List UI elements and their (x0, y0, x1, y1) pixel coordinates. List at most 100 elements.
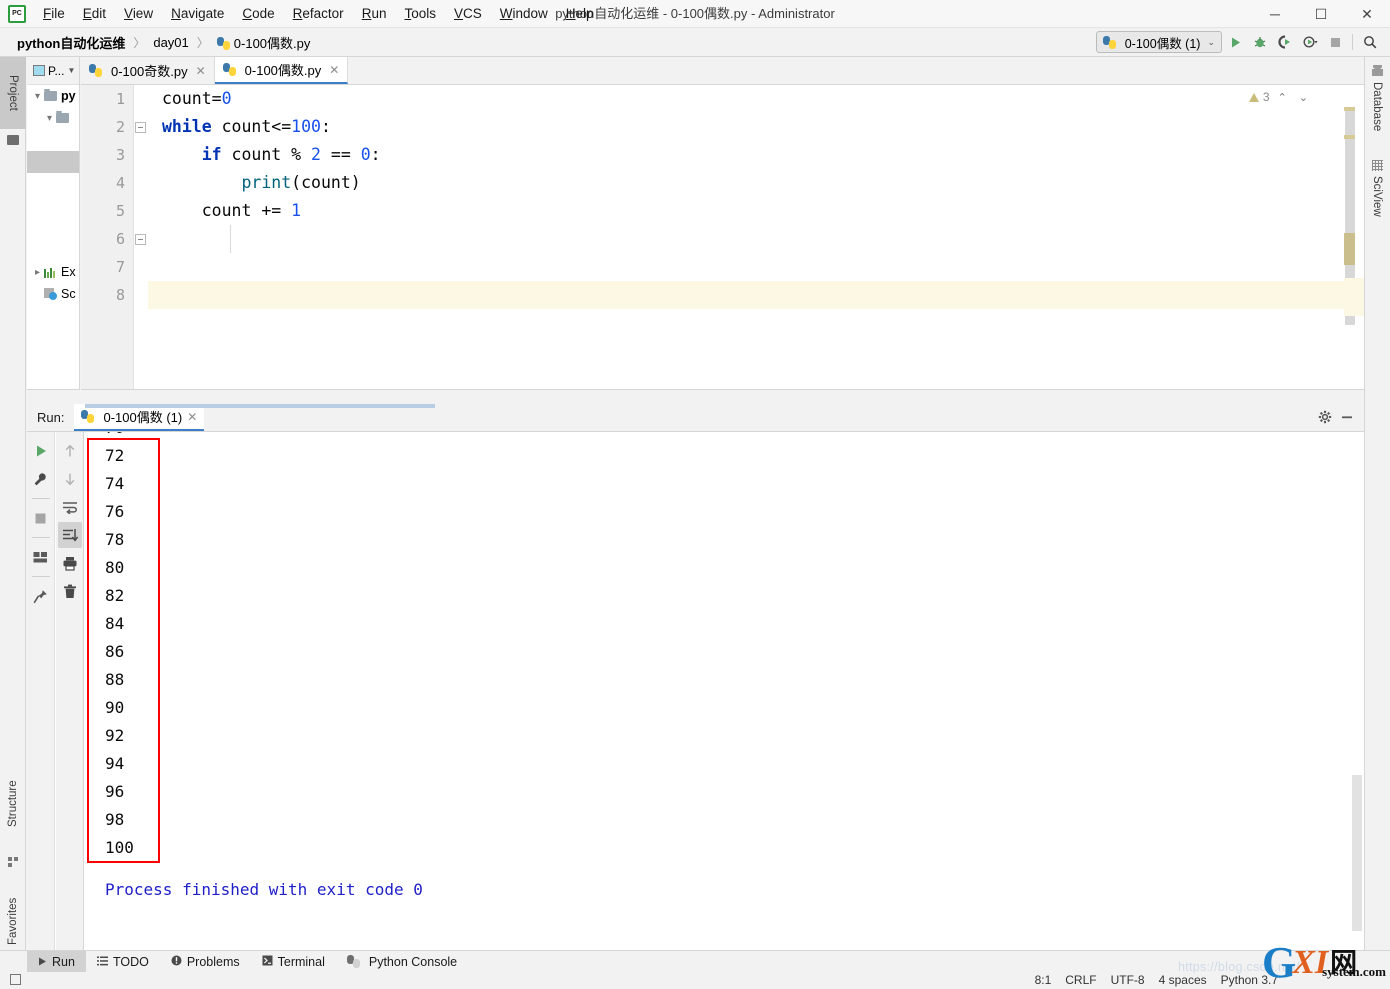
code-line[interactable]: if count % 2 == 0: (148, 141, 1364, 169)
editor-tab-even[interactable]: 0-100偶数.py ✕ (215, 57, 349, 84)
project-tree[interactable]: ▾ py ▾ ▸ Ex Sc (27, 85, 79, 305)
fold-marker-icon[interactable] (135, 122, 146, 133)
menu-bar[interactable]: FileEditViewNavigateCodeRefactorRunTools… (34, 2, 603, 25)
breadcrumb-project[interactable]: python自动化运维 (14, 31, 128, 54)
line-separator[interactable]: CRLF (1065, 973, 1096, 987)
sidebar-item-project[interactable]: Project (0, 57, 26, 129)
menu-refactor[interactable]: Refactor (284, 2, 353, 25)
chevron-right-icon[interactable]: ▸ (31, 267, 44, 278)
line-number: 3 (81, 141, 133, 169)
menu-edit[interactable]: Edit (74, 2, 115, 25)
menu-code[interactable]: Code (233, 2, 283, 25)
sidebar-item-structure[interactable]: Structure (0, 763, 26, 845)
console-output[interactable]: 707274767880828486889092949698100Process… (85, 432, 1338, 950)
editor-fold-column[interactable] (134, 85, 148, 390)
sidebar-item-database[interactable]: Database (1364, 57, 1390, 139)
minimize-button[interactable]: ─ (1252, 0, 1298, 28)
tree-row[interactable] (27, 151, 79, 173)
code-editor[interactable]: 12345678 count=0while count<=100: if cou… (81, 85, 1364, 390)
edit-configurations-button[interactable] (29, 466, 53, 492)
menu-tools[interactable]: Tools (395, 2, 445, 25)
menu-help[interactable]: Help (557, 2, 603, 25)
soft-wrap-button[interactable] (58, 494, 82, 520)
bottom-tab-run[interactable]: Run (27, 951, 86, 973)
fold-marker-icon[interactable] (135, 234, 146, 245)
clear-all-button[interactable] (58, 578, 82, 604)
console-scrollbar-thumb[interactable] (1352, 775, 1362, 931)
editor-tab-odd[interactable]: 0-100奇数.py ✕ (81, 57, 215, 84)
code-line[interactable]: while count<=100: (148, 113, 1364, 141)
editor-marker[interactable] (1344, 233, 1355, 265)
tree-row[interactable]: Sc (27, 283, 79, 305)
menu-file[interactable]: File (34, 2, 74, 25)
menu-run[interactable]: Run (353, 2, 396, 25)
down-arrow-button[interactable] (58, 466, 82, 492)
stop-button[interactable] (1323, 30, 1347, 54)
debug-button[interactable] (1248, 30, 1272, 54)
gear-icon[interactable] (1318, 410, 1332, 427)
code-line[interactable]: count=0 (148, 85, 1364, 113)
console-horizontal-scrollbar[interactable] (85, 404, 435, 408)
code-line[interactable] (148, 281, 1364, 309)
chevron-down-icon[interactable]: ▼ (67, 66, 75, 75)
up-arrow-button[interactable] (58, 438, 82, 464)
close-icon[interactable]: ✕ (187, 410, 197, 424)
pin-tab-button[interactable] (29, 583, 53, 609)
indent-setting[interactable]: 4 spaces (1159, 973, 1207, 987)
tree-row[interactable]: ▾ (27, 107, 79, 129)
editor-marker[interactable] (1344, 135, 1355, 139)
menu-view[interactable]: View (115, 2, 162, 25)
bottom-tab-problems[interactable]: Problems (160, 951, 251, 973)
console-line: 82 (85, 582, 1338, 610)
breadcrumb-file[interactable]: 0-100偶数.py (214, 31, 314, 54)
menu-vcs[interactable]: VCS (445, 2, 491, 25)
sidebar-item-sciview[interactable]: SciView (1364, 149, 1390, 227)
hide-window-icon[interactable] (1340, 410, 1354, 427)
menu-window[interactable]: Window (491, 2, 557, 25)
run-configuration-selector[interactable]: 0-100偶数 (1) ⌄ (1096, 31, 1222, 53)
close-button[interactable]: ✕ (1344, 0, 1390, 28)
tree-row[interactable]: ▸ Ex (27, 261, 79, 283)
scroll-to-end-button[interactable] (58, 522, 82, 548)
run-button[interactable] (1223, 30, 1247, 54)
toolbar-divider (32, 537, 50, 538)
console-scrollbar[interactable] (1350, 432, 1364, 950)
menu-navigate[interactable]: Navigate (162, 2, 233, 25)
print-button[interactable] (58, 550, 82, 576)
chevron-down-icon[interactable]: ▾ (43, 113, 56, 124)
code-line[interactable] (148, 225, 1364, 253)
search-everywhere-button[interactable] (1358, 30, 1382, 54)
breadcrumb-folder[interactable]: day01 (150, 33, 191, 52)
chevron-down-icon[interactable]: ▾ (31, 91, 44, 102)
breadcrumb-separator-icon: 〉 (194, 34, 212, 51)
breadcrumb[interactable]: python自动化运维 〉 day01 〉 0-100偶数.py (0, 31, 313, 54)
show-tool-windows-icon[interactable] (10, 974, 21, 985)
stop-button[interactable] (29, 505, 53, 531)
next-highlight-icon[interactable]: ⌄ (1295, 91, 1312, 104)
layout-button[interactable] (29, 544, 53, 570)
inspection-status[interactable]: 3 ⌃ ⌄ (1249, 90, 1312, 104)
project-panel-header[interactable]: P... ▼ (27, 57, 79, 85)
maximize-button[interactable]: ☐ (1298, 0, 1344, 28)
bottom-tab-python-console[interactable]: Python Console (336, 951, 468, 973)
tree-row[interactable]: ▾ py (27, 85, 79, 107)
project-panel-icon (33, 65, 45, 76)
run-session-tab[interactable]: 0-100偶数 (1) ✕ (74, 404, 204, 431)
code-line[interactable]: print(count) (148, 169, 1364, 197)
editor-marker[interactable] (1344, 107, 1355, 111)
bottom-tab-todo[interactable]: TODO (86, 951, 160, 973)
run-with-coverage-button[interactable] (1273, 30, 1297, 54)
rerun-button[interactable] (29, 438, 53, 464)
close-icon[interactable]: ✕ (329, 63, 339, 77)
console-line: 94 (85, 750, 1338, 778)
profile-button[interactable] (1298, 30, 1322, 54)
code-line[interactable] (148, 253, 1364, 281)
prev-highlight-icon[interactable]: ⌃ (1274, 91, 1291, 104)
bottom-tab-terminal[interactable]: Terminal (251, 951, 336, 973)
file-encoding[interactable]: UTF-8 (1111, 973, 1145, 987)
editor-code-area[interactable]: count=0while count<=100: if count % 2 ==… (148, 85, 1364, 390)
code-line[interactable]: count += 1 (148, 197, 1364, 225)
caret-position[interactable]: 8:1 (1035, 973, 1052, 987)
editor-gutter[interactable]: 12345678 (81, 85, 134, 390)
close-icon[interactable]: ✕ (196, 64, 206, 78)
